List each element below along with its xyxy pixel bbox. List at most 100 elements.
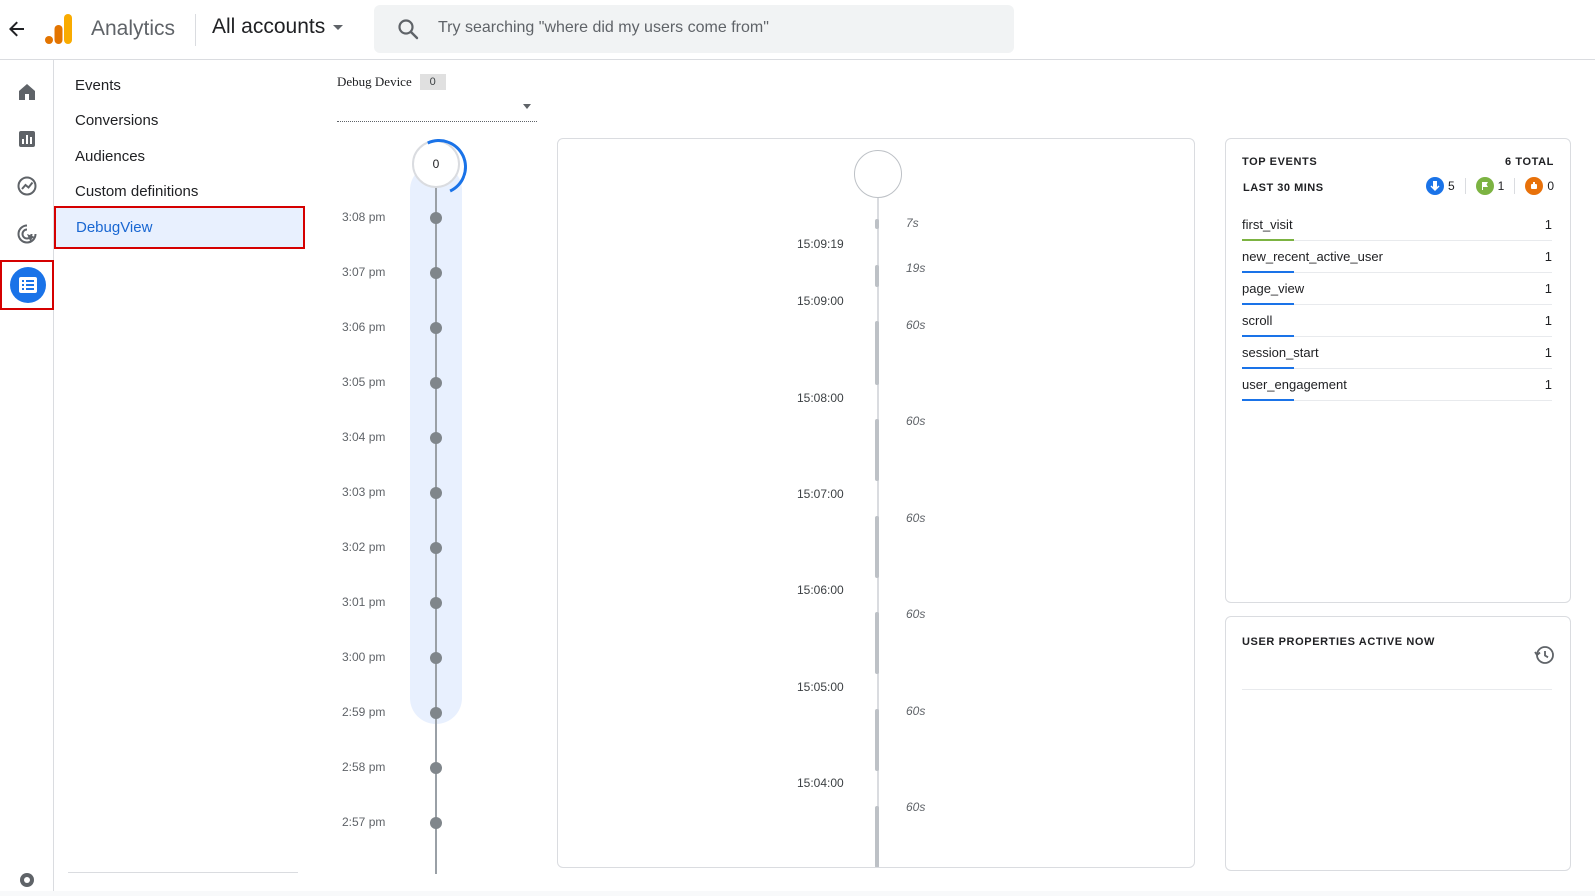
seconds-duration: 19s	[906, 261, 926, 275]
search-bar[interactable]: Try searching "where did my users come f…	[374, 5, 1014, 53]
seconds-duration: 60s	[906, 704, 926, 718]
top-event-name: first_visit	[1242, 217, 1293, 232]
minutes-event-count: 0	[412, 140, 460, 188]
subnav-item-conversions[interactable]: Conversions	[54, 104, 307, 138]
reports-icon[interactable]	[11, 123, 43, 155]
seconds-duration: 60s	[906, 511, 926, 525]
minute-time: 3:08 pm	[342, 210, 386, 224]
minute-dot	[430, 212, 442, 224]
top-event-name: page_view	[1242, 281, 1305, 296]
explore-icon[interactable]	[11, 170, 43, 202]
minute-time: 2:58 pm	[342, 760, 386, 774]
top-event-row[interactable]: page_view 1	[1242, 273, 1552, 305]
minute-row[interactable]: 3:01 pm	[337, 593, 537, 613]
history-icon[interactable]	[1534, 645, 1554, 665]
debug-device-count-badge: 0	[419, 74, 446, 90]
top-events-total: 6 TOTAL	[1504, 156, 1554, 168]
header-divider	[195, 14, 196, 46]
debug-device-select[interactable]	[337, 100, 537, 122]
top-app-bar: Analytics All accounts Try searching "wh…	[0, 0, 1595, 60]
minute-dot	[430, 817, 442, 829]
search-placeholder: Try searching "where did my users come f…	[438, 19, 769, 36]
debugview-main: Debug Device 0 0 3:08 pm 3:07 pm 3:06 pm…	[307, 60, 1595, 891]
top-event-row[interactable]: user_engagement 1	[1242, 369, 1552, 401]
top-event-name: scroll	[1242, 313, 1273, 328]
minute-dot	[430, 432, 442, 444]
seconds-timestamp: 15:09:19	[797, 237, 844, 251]
configure-subnav: Events Conversions Audiences Custom defi…	[54, 60, 307, 891]
seconds-segment	[875, 612, 879, 674]
conversion-count: 1	[1497, 179, 1505, 193]
top-event-row[interactable]: session_start 1	[1242, 337, 1552, 369]
minute-dot	[430, 322, 442, 334]
seconds-timestamp: 15:08:00	[797, 391, 844, 405]
top-event-name: session_start	[1242, 345, 1319, 360]
minutes-stream: 0 3:08 pm 3:07 pm 3:06 pm 3:05 pm 3:04 p…	[337, 140, 537, 891]
seconds-segment	[875, 806, 879, 867]
caret-down-icon	[333, 24, 344, 30]
minute-time: 3:01 pm	[342, 595, 386, 609]
account-picker[interactable]: All accounts	[212, 15, 344, 39]
minute-time: 3:05 pm	[342, 375, 386, 389]
top-event-name: user_engagement	[1242, 377, 1347, 392]
subnav-item-custom-definitions[interactable]: Custom definitions	[54, 175, 307, 209]
top-event-row[interactable]: scroll 1	[1242, 305, 1552, 337]
top-event-count: 1	[1544, 313, 1552, 328]
minute-time: 2:57 pm	[342, 815, 386, 829]
advertising-icon[interactable]	[11, 218, 43, 250]
minute-time: 3:03 pm	[342, 485, 386, 499]
event-count: 5	[1447, 179, 1455, 193]
minute-time: 3:07 pm	[342, 265, 386, 279]
seconds-timestamp: 15:04:00	[797, 776, 844, 790]
top-event-count: 1	[1544, 345, 1552, 360]
seconds-segment	[875, 709, 879, 771]
configure-nav-item[interactable]	[0, 260, 54, 310]
minute-time: 3:06 pm	[342, 320, 386, 334]
seconds-duration: 60s	[906, 800, 926, 814]
user-properties-title: USER PROPERTIES ACTIVE NOW	[1242, 636, 1436, 648]
top-event-underline	[1242, 399, 1294, 401]
user-properties-divider	[1242, 689, 1552, 690]
minute-row[interactable]: 3:07 pm	[337, 263, 537, 283]
minute-time: 3:00 pm	[342, 650, 386, 664]
top-events-card: TOP EVENTS 6 TOTAL LAST 30 MINS 5 1 0 fi…	[1225, 138, 1571, 603]
analytics-logo-icon	[45, 14, 73, 44]
top-event-count: 1	[1544, 249, 1552, 264]
minute-row[interactable]: 3:06 pm	[337, 318, 537, 338]
seconds-timestamp: 15:07:00	[797, 487, 844, 501]
minute-time: 3:04 pm	[342, 430, 386, 444]
seconds-segment	[875, 219, 879, 229]
debug-device-title: Debug Device	[337, 74, 412, 89]
seconds-duration: 7s	[906, 216, 919, 230]
admin-gear-icon[interactable]	[11, 864, 43, 896]
minute-row[interactable]: 2:57 pm	[337, 813, 537, 833]
top-event-row[interactable]: first_visit 1	[1242, 209, 1552, 241]
minute-row[interactable]: 3:03 pm	[337, 483, 537, 503]
seconds-segment	[875, 419, 879, 481]
seconds-timestamp: 15:05:00	[797, 680, 844, 694]
seconds-duration: 60s	[906, 414, 926, 428]
minute-row[interactable]: 3:02 pm	[337, 538, 537, 558]
minute-row[interactable]: 2:59 pm	[337, 703, 537, 723]
top-event-count: 1	[1544, 281, 1552, 296]
subnav-item-debugview[interactable]: DebugView	[54, 206, 305, 249]
minute-row[interactable]: 2:58 pm	[337, 758, 537, 778]
subnav-item-audiences[interactable]: Audiences	[54, 140, 307, 174]
minute-row[interactable]: 3:04 pm	[337, 428, 537, 448]
back-arrow-icon[interactable]	[4, 16, 30, 42]
minute-row[interactable]: 3:05 pm	[337, 373, 537, 393]
home-icon[interactable]	[11, 76, 43, 108]
event-type-counters: 5 1 0	[1425, 177, 1554, 195]
top-event-row[interactable]: new_recent_active_user 1	[1242, 241, 1552, 273]
minute-dot	[430, 267, 442, 279]
debug-device-label: Debug Device 0	[337, 74, 446, 90]
minute-row[interactable]: 3:00 pm	[337, 648, 537, 668]
subnav-divider	[68, 872, 298, 873]
subnav-item-events[interactable]: Events	[54, 69, 307, 103]
event-icon	[1425, 177, 1444, 195]
minute-dot	[430, 597, 442, 609]
minute-dot	[430, 652, 442, 664]
minute-row[interactable]: 3:08 pm	[337, 208, 537, 228]
seconds-segment	[875, 321, 879, 385]
search-icon	[397, 18, 419, 40]
